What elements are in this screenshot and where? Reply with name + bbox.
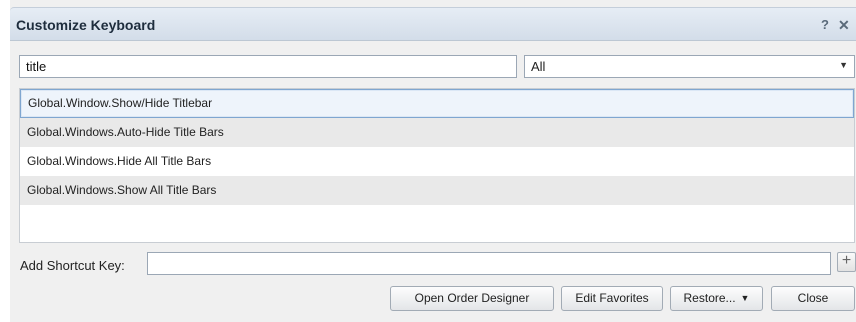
help-icon[interactable]: ?	[821, 17, 829, 32]
filter-select[interactable]: All ▼	[524, 55, 855, 78]
customize-keyboard-dialog: Customize Keyboard ? ✕ All ▼ Global.Wind…	[10, 0, 856, 322]
results-list[interactable]: Global.Window.Show/Hide Titlebar Global.…	[19, 88, 855, 243]
restore-button-label: Restore...	[683, 291, 736, 305]
list-item[interactable]: Global.Window.Show/Hide Titlebar	[20, 89, 854, 118]
list-item[interactable]: Global.Windows.Auto-Hide Title Bars	[20, 118, 854, 147]
caret-down-icon: ▼	[740, 293, 750, 303]
filter-select-value: All	[531, 59, 546, 74]
edit-favorites-button[interactable]: Edit Favorites	[561, 286, 663, 311]
chevron-down-icon: ▼	[839, 60, 848, 70]
list-item[interactable]: Global.Windows.Hide All Title Bars	[20, 147, 854, 176]
search-input[interactable]	[19, 55, 517, 78]
restore-button[interactable]: Restore... ▼	[670, 286, 763, 311]
add-shortcut-button[interactable]: +	[837, 252, 856, 272]
close-button[interactable]: Close	[771, 286, 855, 311]
list-item[interactable]: Global.Windows.Show All Title Bars	[20, 176, 854, 205]
dialog-title: Customize Keyboard	[16, 17, 156, 33]
close-icon[interactable]: ✕	[838, 17, 850, 34]
open-order-designer-button[interactable]: Open Order Designer	[390, 286, 554, 311]
shortcut-label: Add Shortcut Key:	[20, 258, 125, 273]
dialog-titlebar[interactable]: Customize Keyboard ? ✕	[10, 7, 856, 41]
shortcut-input[interactable]	[147, 252, 831, 275]
